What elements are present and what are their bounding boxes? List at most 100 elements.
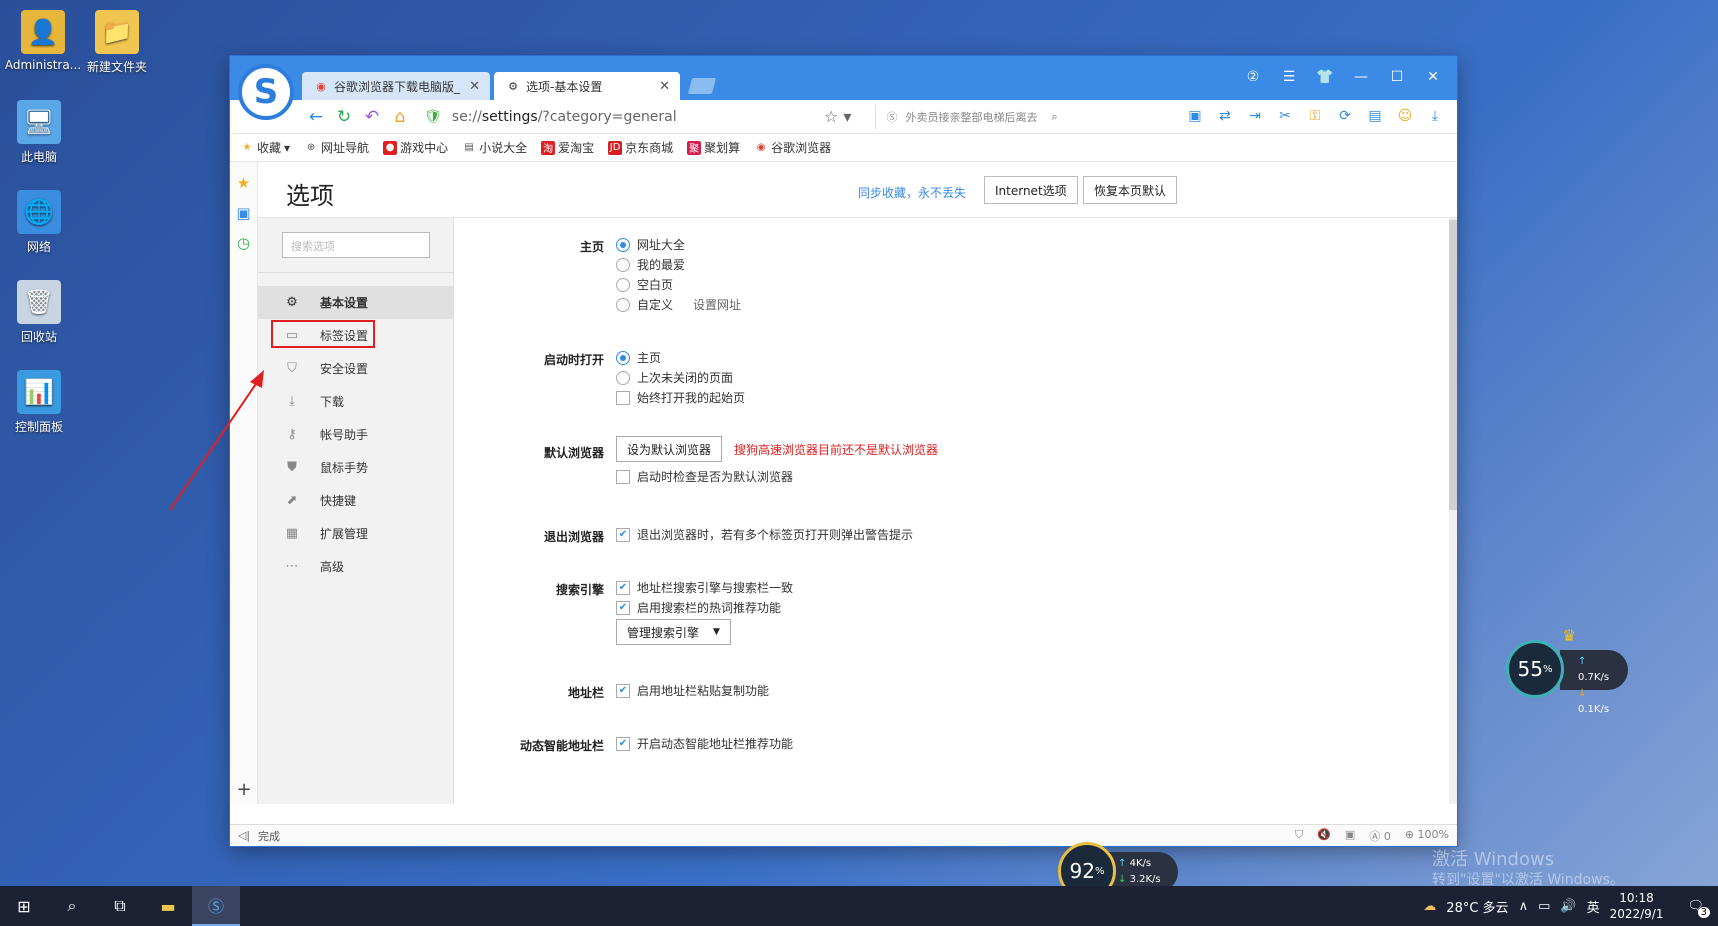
exit-warn-check[interactable]: ✔ 退出浏览器时，若有多个标签页打开则弹出警告提示 <box>616 526 913 543</box>
close-icon[interactable]: ✕ <box>1417 66 1449 88</box>
nav-basic-settings[interactable]: ⚙ 基本设置 <box>258 286 454 319</box>
bookmark-chrome[interactable]: ◉ 谷歌浏览器 <box>754 139 831 156</box>
bookmark-games[interactable]: ● 游戏中心 <box>383 139 448 156</box>
reading-icon[interactable]: ▣ <box>230 204 257 222</box>
undo-icon[interactable]: ↶ <box>358 107 386 127</box>
checkbox[interactable] <box>616 390 630 405</box>
screenshot-tool-icon[interactable]: ▣ <box>1185 106 1205 126</box>
nav-download[interactable]: ⤓ 下载 <box>258 385 454 418</box>
startup-radio-last[interactable]: 上次未关闭的页面 <box>616 369 733 386</box>
homepage-radio-custom[interactable]: 自定义 设置网址 <box>616 296 741 313</box>
nav-shortcuts[interactable]: ⬈ 快捷键 <box>258 484 454 517</box>
sync-favorites-link[interactable]: 同步收藏，永不丢失 <box>858 184 966 201</box>
homepage-radio-nav[interactable]: 网址大全 <box>616 236 685 253</box>
favorites-star-icon[interactable]: ★ <box>230 174 257 192</box>
cpu-gauge[interactable]: 55% <box>1506 640 1564 698</box>
startup-check-start-page[interactable]: 始终打开我的起始页 <box>616 389 745 406</box>
radio[interactable] <box>616 370 630 385</box>
bookmark-jd[interactable]: JD 京东商城 <box>608 139 673 156</box>
sogou-logo-icon[interactable]: S <box>238 64 294 120</box>
homepage-radio-blank[interactable]: 空白页 <box>616 276 673 293</box>
desktop-icon-recycle-bin[interactable]: 🗑 回收站 <box>0 280 78 345</box>
smart-address-check[interactable]: ✔ 开启动态智能地址栏推荐功能 <box>616 735 793 752</box>
tab-chrome-download[interactable]: ◉ 谷歌浏览器下载电脑版_ ✕ <box>302 72 490 100</box>
back-icon[interactable]: ← <box>302 107 330 127</box>
search-icon[interactable]: ⌕ <box>48 886 96 926</box>
search-box[interactable]: Ⓢ 外卖员接亲整部电梯后离去 ⌕ <box>875 104 1075 129</box>
mute-icon[interactable]: 🔇 <box>1317 828 1331 844</box>
ad-block[interactable]: Ⓐ 0 <box>1369 828 1391 844</box>
radio[interactable] <box>616 297 630 312</box>
briefcase-icon[interactable]: ▣ <box>1345 828 1355 844</box>
checkbox-checked[interactable]: ✔ <box>616 580 630 595</box>
nav-advanced[interactable]: ⋯ 高级 <box>258 550 454 583</box>
bookmark-juhuasuan[interactable]: 聚聚划算 <box>687 139 740 156</box>
translate-icon[interactable]: ⇄ <box>1215 106 1235 126</box>
bookmark-novels[interactable]: ▤ 小说大全 <box>462 139 527 156</box>
task-view-icon[interactable]: ⧉ <box>96 886 144 926</box>
bookmark-nav[interactable]: ⊕ 网址导航 <box>304 139 369 156</box>
checkbox-checked[interactable]: ✔ <box>616 736 630 751</box>
search-options-input[interactable]: 搜索选项 <box>282 232 430 258</box>
nav-extensions[interactable]: ▦ 扩展管理 <box>258 517 454 550</box>
scrollbar[interactable] <box>1449 218 1457 804</box>
show-hidden-icons-chevron-icon[interactable]: ∧ <box>1519 899 1529 914</box>
scrollbar-thumb[interactable] <box>1449 220 1457 510</box>
weather-cloud-icon[interactable]: ☁ <box>1423 899 1436 914</box>
home-icon[interactable]: ⌂ <box>386 107 414 127</box>
nav-security-settings[interactable]: ⛉ 安全设置 <box>258 352 454 385</box>
network-icon[interactable]: ▭ <box>1538 899 1550 914</box>
checkbox[interactable] <box>616 469 630 484</box>
bookmark-star-icon[interactable]: ☆ ▾ <box>824 107 851 126</box>
key-icon[interactable]: ⚿ <box>1305 106 1325 126</box>
menu-icon[interactable]: ☰ <box>1273 66 1305 88</box>
bookmark-favorites[interactable]: ★ 收藏 ▾ <box>240 139 291 156</box>
checkbox-checked[interactable]: ✔ <box>616 683 630 698</box>
add-icon[interactable]: + <box>230 779 258 800</box>
search-sync-check[interactable]: ✔ 地址栏搜索引擎与搜索栏一致 <box>616 579 793 596</box>
magnifier-icon[interactable]: ⌕ <box>1051 110 1057 124</box>
radio-selected[interactable] <box>616 237 630 252</box>
badge-2-icon[interactable]: ② <box>1237 66 1269 88</box>
checkbox-checked[interactable]: ✔ <box>616 600 630 615</box>
set-url-link[interactable]: 设置网址 <box>693 296 741 313</box>
radio-selected[interactable] <box>616 350 630 365</box>
volume-icon[interactable]: 🔊 <box>1560 899 1576 914</box>
maximize-icon[interactable]: ☐ <box>1381 66 1413 88</box>
desktop-icon-new-folder[interactable]: 📁 新建文件夹 <box>78 10 156 75</box>
sync-icon[interactable]: ⟳ <box>1335 106 1355 126</box>
radio[interactable] <box>616 257 630 272</box>
start-windows-icon[interactable]: ⊞ <box>0 886 48 926</box>
notification-icon[interactable]: 🗨 3 <box>1687 899 1710 918</box>
desktop-icon-network[interactable]: 🌐 网络 <box>0 190 78 255</box>
radio[interactable] <box>616 277 630 292</box>
clock[interactable]: 10:18 2022/9/1 <box>1610 890 1664 922</box>
new-tab-button[interactable] <box>687 78 717 94</box>
file-explorer-icon[interactable]: ▬ <box>144 886 192 926</box>
zoom-control[interactable]: ⊕ 100% <box>1405 828 1449 844</box>
restore-default-button[interactable]: 恢复本页默认 <box>1083 176 1178 204</box>
download-icon[interactable]: ⤓ <box>1425 106 1445 126</box>
weather-text[interactable]: 28°C 多云 <box>1446 897 1508 916</box>
history-clock-icon[interactable]: ◷ <box>230 234 257 252</box>
desktop-icon-administrator[interactable]: 👤 Administra... <box>4 10 82 72</box>
desktop-icon-control-panel[interactable]: 📊 控制面板 <box>0 370 78 435</box>
checkbox-checked[interactable]: ✔ <box>616 527 630 542</box>
sogou-browser-taskbar-icon[interactable]: Ⓢ <box>192 886 240 926</box>
bookmark-taobao[interactable]: 淘爱淘宝 <box>541 139 594 156</box>
set-default-browser-button[interactable]: 设为默认浏览器 <box>616 436 723 462</box>
close-tab-icon[interactable]: ✕ <box>659 79 670 94</box>
default-browser-check[interactable]: 启动时检查是否为默认浏览器 <box>616 468 793 485</box>
manage-search-engines-dropdown[interactable]: 管理搜索引擎 ▼ <box>616 619 731 645</box>
nav-mouse-gestures[interactable]: ⛊ 鼠标手势 <box>258 451 454 484</box>
address-bar[interactable]: 🛡 se://settings/?category=general <box>424 105 814 129</box>
search-hotwords-check[interactable]: ✔ 启用搜索栏的热词推荐功能 <box>616 599 781 616</box>
shield-check-icon[interactable]: ⛉ <box>1295 828 1303 844</box>
window-icon[interactable]: ▤ <box>1365 106 1385 126</box>
tab-options-basic[interactable]: ⚙ 选项-基本设置 ✕ <box>494 72 680 100</box>
login-icon[interactable]: ⇥ <box>1245 106 1265 126</box>
ime-indicator[interactable]: 英 <box>1587 897 1600 916</box>
scissors-icon[interactable]: ✂ <box>1275 106 1295 126</box>
homepage-radio-favorites[interactable]: 我的最爱 <box>616 256 685 273</box>
internet-options-button[interactable]: Internet选项 <box>984 176 1078 204</box>
